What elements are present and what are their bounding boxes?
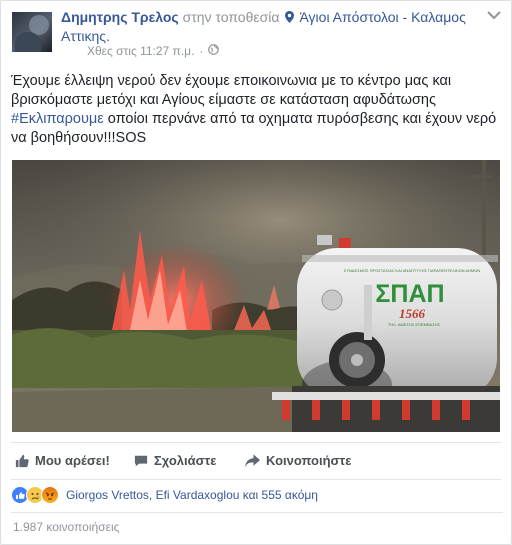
reaction-names[interactable]: Giorgos Vrettos, Efi Vardaxoglou και 555… xyxy=(66,488,318,502)
location-prefix: στην τοποθεσία xyxy=(182,9,280,25)
post-text-line: #Εκλιπαρουμε οποίοι περνάνε από τα οχημα… xyxy=(11,110,501,129)
post-text-line: να βοηθήσουν!!!SOS xyxy=(11,130,147,146)
post-text-rest: οποίοι περνάνε από τα οχηματα πυρόσβεσης… xyxy=(103,111,497,127)
like-label: Μου αρέσει! xyxy=(35,453,110,468)
location-pin-icon xyxy=(285,9,295,27)
truck-brand: ΣΠΑΠ xyxy=(375,280,444,308)
angry-icon xyxy=(41,486,59,504)
shares-count[interactable]: 1.987 κοινοποιήσεις xyxy=(11,512,503,541)
timestamp[interactable]: Χθες στις 11:27 π.μ. xyxy=(87,44,194,58)
post-header: Δημητρης Τρελος στην τοποθεσία Άγιοι Από… xyxy=(61,8,481,45)
post-card: Δημητρης Τρελος στην τοποθεσία Άγιοι Από… xyxy=(0,0,512,545)
truck-top-text: ΣΥΝΔΕΣΜΟΣ ΠΡΟΣΤΑΣΙΑΣ ΚΑΙ ΑΝΑΠΤΥΞΗΣ ΠΑΡΑΠ… xyxy=(344,268,481,273)
chevron-down-icon[interactable] xyxy=(485,9,503,21)
author-name[interactable]: Δημητρης Τρελος xyxy=(61,9,179,25)
meta-separator: · xyxy=(199,44,204,58)
post-photo[interactable]: ΣΥΝΔΕΣΜΟΣ ΠΡΟΣΤΑΣΙΑΣ ΚΑΙ ΑΝΑΠΤΥΞΗΣ ΠΑΡΑΠ… xyxy=(12,160,500,432)
hashtag-link[interactable]: #Εκλιπαρουμε xyxy=(11,111,104,127)
truck-number: 1566 xyxy=(399,306,426,321)
fire-truck: ΣΥΝΔΕΣΜΟΣ ΠΡΟΣΤΑΣΙΑΣ ΚΑΙ ΑΝΑΠΤΥΞΗΣ ΠΑΡΑΠ… xyxy=(272,235,500,432)
post-text-line: βρισκόμαστε μετόχι και Αγίους είμαστε σε… xyxy=(11,92,436,108)
comment-icon xyxy=(134,455,148,466)
reactions-summary[interactable]: Giorgos Vrettos, Efi Vardaxoglou και 555… xyxy=(11,479,501,510)
post-text: Έχουμε έλλειψη νερού δεν έχουμε εποικοιν… xyxy=(11,72,501,148)
post-actions: Μου αρέσει! Σχολιάστε Κοινοποιήστε xyxy=(11,442,501,475)
share-button[interactable]: Κοινοποιήστε xyxy=(245,453,351,468)
like-button[interactable]: Μου αρέσει! xyxy=(15,453,110,468)
post-text-line: Έχουμε έλλειψη νερού δεν έχουμε εποικοιν… xyxy=(11,73,452,89)
share-label: Κοινοποιήστε xyxy=(266,453,352,468)
share-arrow-icon xyxy=(245,453,260,468)
post-meta: Χθες στις 11:27 π.μ. · xyxy=(87,44,220,58)
reaction-icons xyxy=(11,486,59,504)
wildfire-photo: ΣΥΝΔΕΣΜΟΣ ΠΡΟΣΤΑΣΙΑΣ ΚΑΙ ΑΝΑΠΤΥΞΗΣ ΠΑΡΑΠ… xyxy=(12,160,500,432)
avatar[interactable] xyxy=(12,12,52,52)
comment-label: Σχολιάστε xyxy=(154,453,217,468)
truck-bottom-text: ΤΗΛ. ΑΜΕΣΗΣ ΕΠΕΜΒΑΣΗΣ xyxy=(388,322,441,327)
comment-button[interactable]: Σχολιάστε xyxy=(134,453,216,468)
globe-icon[interactable] xyxy=(208,44,220,58)
thumbs-up-icon xyxy=(15,454,29,467)
